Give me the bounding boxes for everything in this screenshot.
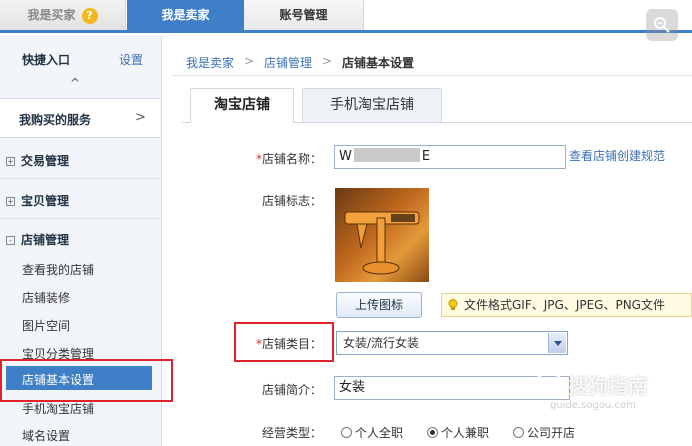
radio-part-time[interactable]: 个人兼职 [427, 424, 489, 441]
sidebar-section-shop[interactable]: - 店铺管理 [6, 231, 69, 248]
help-icon[interactable]: ? [81, 7, 98, 24]
lightbulb-icon [448, 299, 458, 310]
redacted-text [353, 148, 420, 162]
purchased-services[interactable]: 我购买的服务 > [0, 98, 160, 138]
radio-company[interactable]: 公司开店 [513, 424, 575, 441]
upload-tip-text: 文件格式GIF、JPG、JPEG、PNG文件 [464, 298, 665, 312]
shop-name-suffix: E [421, 149, 431, 164]
watermark: 搜狗指南 guide.sogou.com [520, 366, 690, 426]
shop-logo-image [335, 188, 429, 282]
radio-icon-selected[interactable] [427, 427, 438, 438]
shop-name-prefix: W [339, 149, 352, 164]
watermark-text: 搜狗指南 [568, 374, 648, 398]
breadcrumb: 我是卖家 > 店铺管理 > 店铺基本设置 [172, 44, 692, 76]
chevron-down-icon[interactable] [548, 333, 566, 353]
top-nav: 我是买家? 我是卖家 账号管理 [0, 0, 692, 33]
sidebar-item-mobile-shop[interactable]: 手机淘宝店铺 [22, 400, 94, 417]
radio-label: 个人全职 [355, 426, 404, 440]
sidebar-section-items[interactable]: + 宝贝管理 [6, 192, 69, 209]
tab-taobao-shop[interactable]: 淘宝店铺 [190, 88, 294, 123]
watermark-url: guide.sogou.com [550, 400, 636, 411]
tab-seller[interactable]: 我是卖家 [127, 0, 244, 30]
collapse-caret-icon[interactable]: ^ [70, 76, 80, 90]
divider [0, 218, 160, 219]
expand-icon[interactable]: + [6, 197, 15, 206]
breadcrumb-separator: > [322, 54, 333, 68]
quick-entry: 快捷入口 设置 [0, 44, 162, 74]
divider [0, 178, 160, 179]
radio-icon[interactable] [341, 427, 352, 438]
sidebar-item-image-space[interactable]: 图片空间 [22, 317, 70, 334]
sidebar-section-label: 交易管理 [21, 154, 70, 168]
upload-logo-button[interactable]: 上传图标 [336, 292, 422, 318]
sidebar-section-label: 宝贝管理 [21, 194, 70, 208]
quick-entry-title: 快捷入口 [22, 53, 71, 67]
sidebar-section-trade[interactable]: + 交易管理 [6, 152, 69, 169]
breadcrumb-current: 店铺基本设置 [342, 56, 415, 70]
sidebar-section-label: 店铺管理 [21, 233, 70, 247]
radio-icon[interactable] [513, 427, 524, 438]
upload-tip: 文件格式GIF、JPG、JPEG、PNG文件 [441, 293, 692, 317]
sidebar-item-view-shop[interactable]: 查看我的店铺 [22, 261, 94, 278]
radio-label: 个人兼职 [441, 426, 490, 440]
quick-entry-settings-link[interactable]: 设置 [119, 51, 143, 68]
sidebar-item-domain-settings[interactable]: 域名设置 [22, 427, 70, 444]
tab-account[interactable]: 账号管理 [244, 0, 364, 30]
collapse-icon[interactable]: - [6, 236, 15, 245]
shop-logo-label: 店铺标志： [261, 194, 322, 208]
radio-label: 公司开店 [527, 426, 576, 440]
tab-mobile-taobao-shop[interactable]: 手机淘宝店铺 [302, 88, 442, 123]
highlight-box-sidebar [0, 359, 173, 402]
tab-buyer[interactable]: 我是买家? [0, 0, 126, 30]
shop-name-rules-link[interactable]: 查看店铺创建规范 [569, 147, 665, 164]
radio-full-time[interactable]: 个人全职 [341, 424, 403, 441]
shop-name-label: *店铺名称： [226, 150, 322, 167]
shop-name-label-text: 店铺名称： [261, 152, 322, 166]
tab-buyer-label: 我是买家 [27, 8, 76, 22]
expand-icon[interactable]: + [6, 157, 15, 166]
category-select[interactable]: 女装/流行女装 [336, 331, 568, 355]
shop-name-input[interactable]: WE [334, 145, 566, 169]
sidebar-item-shop-decoration[interactable]: 店铺装修 [22, 289, 70, 306]
category-selected-value: 女装/流行女装 [343, 336, 420, 350]
purchased-services-label: 我购买的服务 [19, 113, 92, 127]
intro-label: 店铺简介： [261, 383, 322, 397]
breadcrumb-seller[interactable]: 我是卖家 [186, 54, 234, 71]
highlight-box-category [234, 322, 334, 362]
breadcrumb-separator: > [244, 54, 255, 68]
content-tabs: 淘宝店铺 手机淘宝店铺 [182, 88, 692, 123]
sogou-logo-icon [536, 370, 562, 396]
breadcrumb-shop-management[interactable]: 店铺管理 [264, 54, 312, 71]
zoom-icon[interactable] [646, 9, 678, 41]
business-type-label: 经营类型： [261, 426, 322, 440]
chevron-right-icon: > [135, 110, 146, 125]
